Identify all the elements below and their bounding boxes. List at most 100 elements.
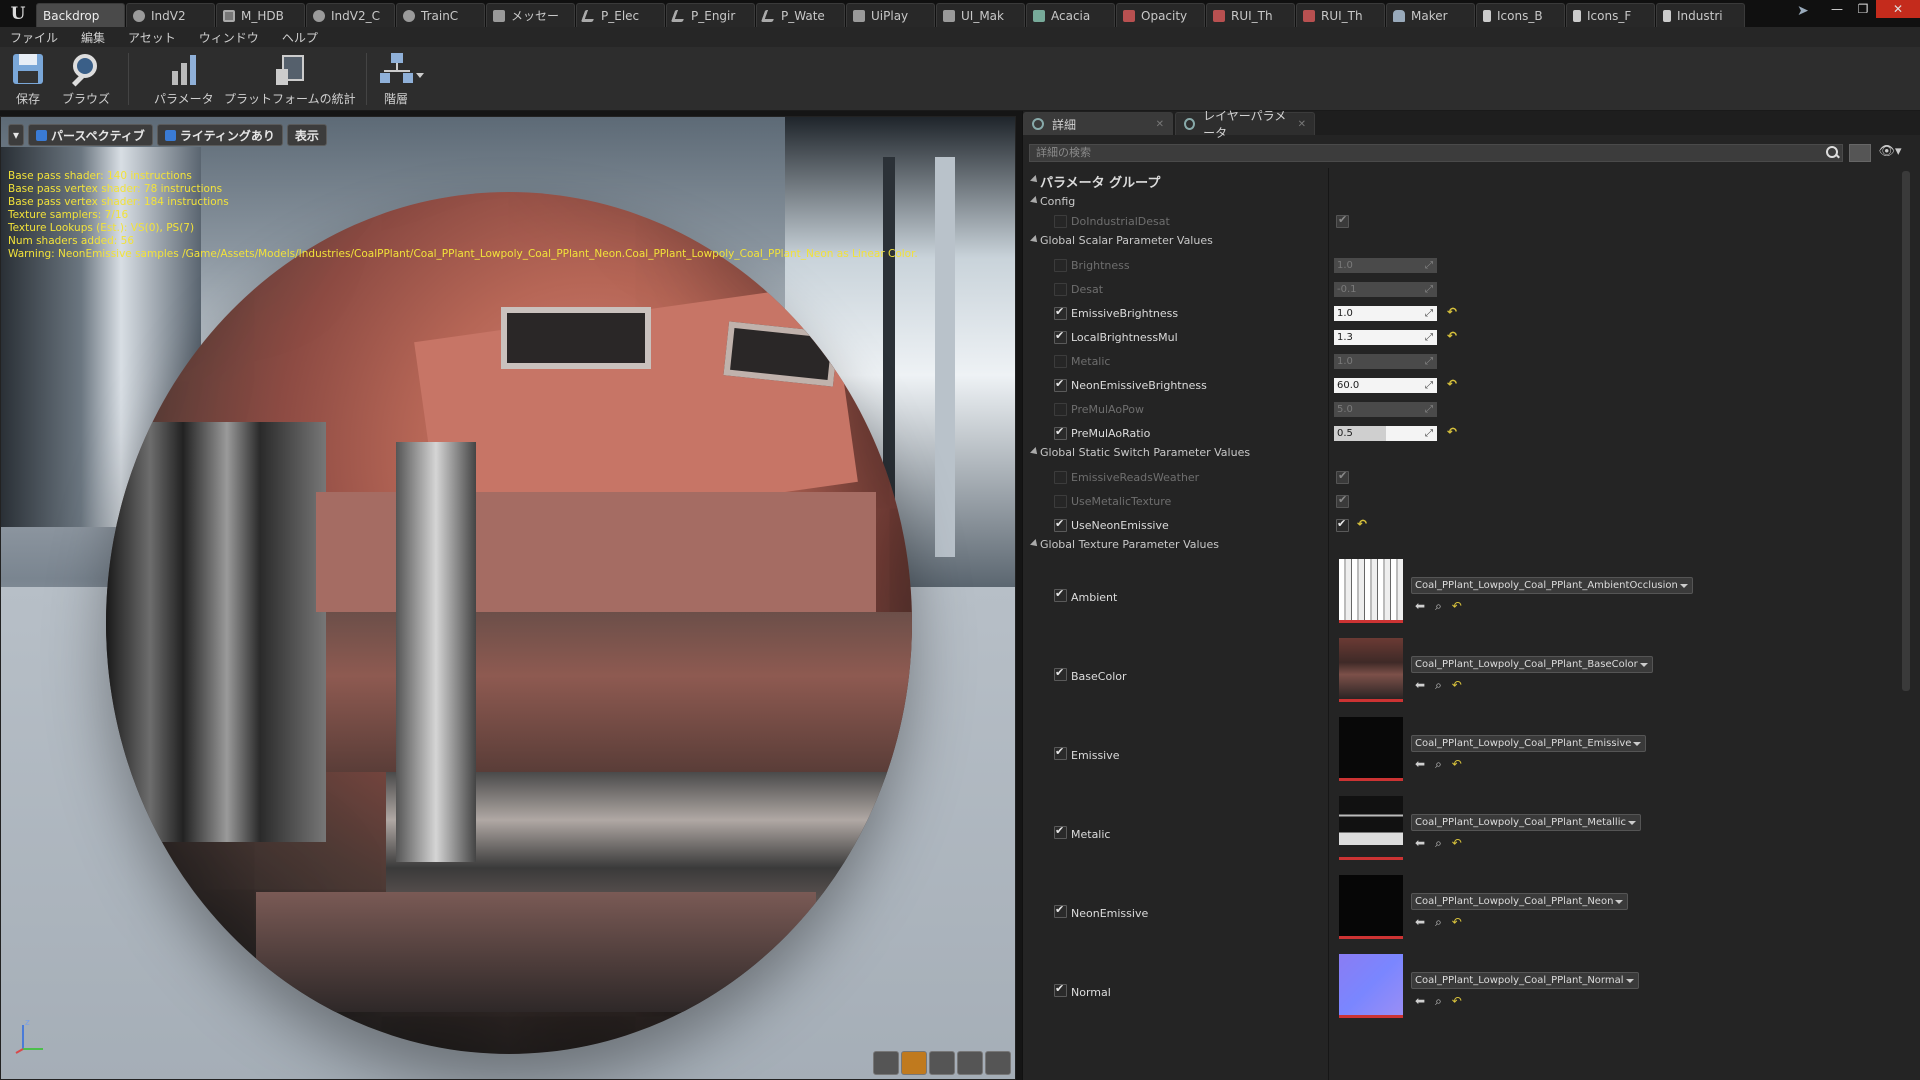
texture-asset-dropdown[interactable]: Coal_PPlant_Lowpoly_Coal_PPlant_Emissive bbox=[1411, 735, 1647, 752]
show-button[interactable]: 表示 bbox=[286, 124, 327, 146]
category-global-texture-expander-icon[interactable] bbox=[1030, 539, 1040, 549]
browse-asset-icon[interactable]: ⌕ bbox=[1435, 836, 1442, 851]
texture-asset-dropdown[interactable]: Coal_PPlant_Lowpoly_Coal_PPlant_AmbientO… bbox=[1411, 577, 1693, 594]
scalar-value-input[interactable]: 0.5 ⤢ bbox=[1334, 426, 1437, 441]
viewport-menu-dropdown[interactable]: ▾ bbox=[8, 124, 25, 146]
unreal-logo-icon[interactable]: U bbox=[0, 0, 36, 27]
tab-10[interactable]: UI_Mak bbox=[936, 3, 1025, 27]
category-config-expander-icon[interactable] bbox=[1030, 196, 1040, 206]
override-checkbox[interactable] bbox=[1054, 587, 1067, 602]
override-checkbox[interactable] bbox=[1054, 283, 1067, 296]
override-checkbox[interactable] bbox=[1054, 215, 1067, 228]
tab-0[interactable]: Backdrop bbox=[36, 3, 125, 27]
tab-4[interactable]: TrainC bbox=[396, 3, 485, 27]
reset-to-default-icon[interactable]: ↶ bbox=[1357, 517, 1367, 531]
texture-thumbnail[interactable] bbox=[1339, 559, 1403, 623]
cube-mesh-icon[interactable] bbox=[957, 1051, 983, 1075]
spin-arrows-icon[interactable]: ⤢ bbox=[1425, 426, 1433, 441]
tab-5[interactable]: メッセー bbox=[486, 3, 575, 27]
tab-1[interactable]: IndV2 bbox=[126, 3, 215, 27]
restore-icon[interactable]: ❐ bbox=[1850, 0, 1876, 18]
tab-14[interactable]: RUI_Th bbox=[1296, 3, 1385, 27]
switch-value-checkbox[interactable] bbox=[1336, 493, 1349, 508]
browse-asset-icon[interactable]: ⌕ bbox=[1435, 599, 1442, 614]
texture-asset-dropdown[interactable]: Coal_PPlant_Lowpoly_Coal_PPlant_Neon bbox=[1411, 893, 1629, 910]
tab-details[interactable]: 詳細 ✕ bbox=[1023, 112, 1173, 135]
use-selected-icon[interactable]: ⬅ bbox=[1415, 678, 1425, 693]
override-checkbox[interactable] bbox=[1054, 425, 1067, 440]
plane-mesh-icon[interactable] bbox=[929, 1051, 955, 1075]
spin-arrows-icon[interactable]: ⤢ bbox=[1425, 258, 1433, 273]
close-tab-icon[interactable]: ✕ bbox=[1298, 119, 1306, 130]
tab-13[interactable]: RUI_Th bbox=[1206, 3, 1295, 27]
override-checkbox[interactable] bbox=[1054, 403, 1067, 416]
texture-asset-dropdown[interactable]: Coal_PPlant_Lowpoly_Coal_PPlant_BaseColo… bbox=[1411, 656, 1653, 673]
override-checkbox[interactable] bbox=[1054, 259, 1067, 272]
override-checkbox[interactable] bbox=[1054, 666, 1067, 681]
tab-6[interactable]: P_Elec bbox=[576, 3, 665, 27]
reset-to-default-icon[interactable]: ↶ bbox=[1447, 305, 1457, 319]
switch-value-checkbox[interactable] bbox=[1336, 469, 1349, 484]
tab-16[interactable]: Icons_B bbox=[1476, 3, 1565, 27]
scalar-value-input[interactable]: 5.0 ⤢ bbox=[1334, 402, 1437, 417]
texture-thumbnail[interactable] bbox=[1339, 638, 1403, 702]
tab-3[interactable]: IndV2_C bbox=[306, 3, 395, 27]
menu-window[interactable]: ウィンドウ bbox=[199, 29, 259, 46]
override-checkbox[interactable] bbox=[1054, 495, 1067, 508]
menu-asset[interactable]: アセット bbox=[128, 29, 176, 46]
view-options-icon[interactable] bbox=[1849, 144, 1871, 162]
browse-asset-icon[interactable]: ⌕ bbox=[1435, 915, 1442, 930]
sphere-mesh-icon[interactable] bbox=[901, 1051, 927, 1075]
override-checkbox[interactable] bbox=[1054, 824, 1067, 839]
reset-to-default-icon[interactable]: ↶ bbox=[1452, 599, 1462, 614]
scalar-value-input[interactable]: 1.0 ⤢ bbox=[1334, 354, 1437, 369]
use-selected-icon[interactable]: ⬅ bbox=[1415, 757, 1425, 772]
save-button[interactable]: 保存 bbox=[10, 51, 46, 107]
tab-17[interactable]: Icons_F bbox=[1566, 3, 1655, 27]
reset-to-default-icon[interactable]: ↶ bbox=[1447, 425, 1457, 439]
tab-9[interactable]: UiPlay bbox=[846, 3, 935, 27]
bird-icon[interactable]: ➤ bbox=[1797, 3, 1809, 19]
override-checkbox[interactable] bbox=[1054, 305, 1067, 320]
menu-edit[interactable]: 編集 bbox=[81, 29, 105, 46]
switch-value-checkbox[interactable] bbox=[1336, 517, 1349, 532]
browse-button[interactable]: ブラウズ bbox=[62, 51, 110, 107]
close-tab-icon[interactable]: ✕ bbox=[1156, 119, 1164, 130]
spin-arrows-icon[interactable]: ⤢ bbox=[1425, 402, 1433, 417]
tab-7[interactable]: P_Engir bbox=[666, 3, 755, 27]
tab-2[interactable]: M_HDB bbox=[216, 3, 305, 27]
menu-file[interactable]: ファイル bbox=[10, 29, 58, 46]
spin-arrows-icon[interactable]: ⤢ bbox=[1425, 354, 1433, 369]
spin-arrows-icon[interactable]: ⤢ bbox=[1425, 330, 1433, 345]
browse-asset-icon[interactable]: ⌕ bbox=[1435, 994, 1442, 1009]
tab-11[interactable]: Acacia bbox=[1026, 3, 1115, 27]
platform-stats-button[interactable]: プラットフォームの統計 bbox=[224, 51, 356, 107]
tab-layer-parameters[interactable]: レイヤーパラメータ ✕ bbox=[1175, 109, 1315, 140]
use-selected-icon[interactable]: ⬅ bbox=[1415, 915, 1425, 930]
tab-12[interactable]: Opacity bbox=[1116, 3, 1205, 27]
texture-asset-dropdown[interactable]: Coal_PPlant_Lowpoly_Coal_PPlant_Normal bbox=[1411, 972, 1639, 989]
use-selected-icon[interactable]: ⬅ bbox=[1415, 599, 1425, 614]
reset-to-default-icon[interactable]: ↶ bbox=[1452, 678, 1462, 693]
hierarchy-dropdown-icon[interactable] bbox=[416, 73, 424, 78]
texture-thumbnail[interactable] bbox=[1339, 954, 1403, 1018]
tab-15[interactable]: Maker bbox=[1386, 3, 1475, 27]
custom-mesh-icon[interactable] bbox=[985, 1051, 1011, 1075]
texture-thumbnail[interactable] bbox=[1339, 796, 1403, 860]
lighting-button[interactable]: ライティングあり bbox=[156, 124, 283, 146]
reset-to-default-icon[interactable]: ↶ bbox=[1452, 836, 1462, 851]
browse-asset-icon[interactable]: ⌕ bbox=[1435, 757, 1442, 772]
use-selected-icon[interactable]: ⬅ bbox=[1415, 994, 1425, 1009]
reset-to-default-icon[interactable]: ↶ bbox=[1452, 994, 1462, 1009]
override-checkbox[interactable] bbox=[1054, 329, 1067, 344]
reset-to-default-icon[interactable]: ↶ bbox=[1452, 757, 1462, 772]
override-checkbox[interactable] bbox=[1054, 745, 1067, 760]
scalar-value-input[interactable]: 1.0 ⤢ bbox=[1334, 258, 1437, 273]
parameter-group-header-expander-icon[interactable] bbox=[1030, 175, 1040, 185]
category-global-static-switch-expander-icon[interactable] bbox=[1030, 447, 1040, 457]
category-global-scalar-expander-icon[interactable] bbox=[1030, 235, 1040, 245]
details-scrollbar[interactable] bbox=[1902, 171, 1910, 691]
texture-thumbnail[interactable] bbox=[1339, 875, 1403, 939]
reset-to-default-icon[interactable]: ↶ bbox=[1452, 915, 1462, 930]
hierarchy-button[interactable]: 階層 bbox=[378, 51, 414, 107]
